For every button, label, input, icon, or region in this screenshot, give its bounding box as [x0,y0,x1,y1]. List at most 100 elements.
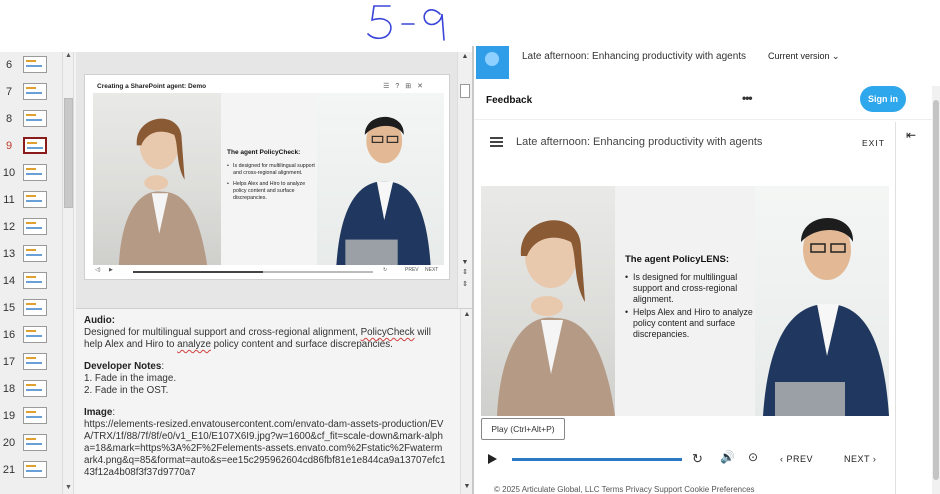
scroll-up-icon[interactable]: ▲ [63,52,74,62]
next-button[interactable]: NEXT › [844,454,876,464]
slide-text-panel: The agent PolicyCheck: Is designed for m… [221,93,317,265]
slide-heading: The agent PolicyLENS: [625,254,729,265]
slide-thumbnail-image[interactable] [23,83,47,100]
slide-thumbnail[interactable]: 10 [0,162,62,189]
slide-number: 8 [5,113,13,125]
slide-thumbnail[interactable]: 12 [0,216,62,243]
notes-scrollbar[interactable]: ▲ ▼ [460,309,472,494]
image-url: https://elements-resized.envatouserconte… [84,419,446,478]
review-topbar: Late afternoon: Enhancing productivity w… [474,46,940,80]
slide-number: 11 [3,194,15,206]
slide-scrollbar[interactable]: ▲ ▼ ⇕ ⇕ [457,52,472,308]
slide-thumbnail[interactable]: 13 [0,243,62,270]
scroll-down-icon[interactable]: ⇕ [460,268,470,277]
slide-thumbnail[interactable]: 19 [0,405,62,432]
developer-note: 1. Fade in the image. [84,373,177,384]
slide-thumbnail-image[interactable] [23,164,47,181]
slide-thumbnail-image[interactable] [23,326,47,343]
slide-thumbnail-image[interactable] [23,353,47,370]
sign-in-button[interactable]: Sign in [860,86,906,112]
collapse-panel-icon[interactable]: ⇤ [906,128,916,142]
slide-thumbnail[interactable]: 15 [0,297,62,324]
settings-icon[interactable]: ⊙ [748,450,758,464]
slide-thumbnail[interactable]: 18 [0,378,62,405]
slide-thumbnail[interactable]: 20 [0,432,62,459]
prev-button[interactable]: ‹ PREV [780,454,813,464]
slide-thumbnail[interactable]: 17 [0,351,62,378]
developer-notes-list: 1. Fade in the image. 2. Fade in the OST… [84,373,446,397]
slide-thumbnail-image[interactable] [23,434,47,451]
slide-thumbnail-image[interactable] [23,191,47,208]
slide-thumbnail[interactable]: 14 [0,270,62,297]
slide-thumbnail-panel: 6 7 8 9 10 11 12 13 14 15 16 17 18 19 20 21 [0,52,62,494]
slide-number: 17 [2,356,16,368]
slide-number: 19 [2,410,16,422]
scroll-down-icon[interactable]: ▼ [63,484,74,494]
course-viewer: Late afternoon: Enhancing productivity w… [474,122,896,494]
slide-thumbnail-image[interactable] [23,137,47,154]
play-icon[interactable]: ▶ [109,267,113,273]
scroll-down-icon[interactable]: ⇕ [460,280,470,289]
slide-thumbnail-image[interactable] [23,272,47,289]
slide-preview[interactable]: Creating a SharePoint agent: Demo ☰?⊞✕ T… [84,74,450,280]
man-photo [317,93,444,265]
volume-icon[interactable]: 🔊 [720,450,735,464]
slide-thumbnail[interactable]: 6 [0,54,62,81]
slide-toolbar-icons: ☰?⊞✕ [383,83,429,90]
developer-note: 2. Fade in the OST. [84,385,169,396]
course-title: Late afternoon: Enhancing productivity w… [516,136,763,148]
menu-icon[interactable] [490,137,503,147]
preview-progress [133,271,263,273]
replay-icon[interactable]: ↻ [692,451,703,467]
audio-text: Designed for multilingual support and cr… [84,327,431,350]
slide-thumbnail-image[interactable] [23,299,47,316]
slide-bullets: Is designed for multilingual support and… [625,272,753,342]
slide-number: 21 [2,464,16,476]
page-scrollbar[interactable] [932,86,940,494]
player-controls: ↻ 🔊 ⊙ ‹ PREV NEXT › [474,446,896,472]
audio-heading: Audio: [84,315,116,326]
scroll-up-icon[interactable]: ▲ [460,52,470,61]
slide-thumbnail-image[interactable] [23,407,47,424]
slide-thumbnail-image[interactable] [23,245,47,262]
volume-icon[interactable]: ◁) [95,267,101,273]
slide-bullet: Helps Alex and Hiro to analyze policy co… [625,307,753,340]
more-options-icon[interactable]: ••• [742,91,753,105]
slide-thumbnail[interactable]: 21 [0,459,62,486]
slide-thumbnail-image[interactable] [23,110,47,127]
slide-thumbnail[interactable]: 7 [0,81,62,108]
scroll-up-icon[interactable]: ▲ [462,311,472,321]
slide-bullets: Is designed for multilingual support and… [227,163,315,206]
version-dropdown[interactable]: Current version ⌄ [768,51,840,62]
replay-icon[interactable]: ↻ [383,267,387,273]
scroll-down-icon[interactable]: ▼ [462,483,472,493]
slide-text-panel: The agent PolicyLENS: Is designed for mu… [615,186,755,416]
developer-notes-heading: Developer Notes: [84,361,165,372]
image-heading: Image: [84,407,116,418]
slide-thumbnail[interactable]: 16 [0,324,62,351]
slide-thumbnail-image[interactable] [23,380,47,397]
play-icon[interactable] [488,454,497,464]
exit-button[interactable]: EXIT [862,138,885,148]
slide-stage: The agent PolicyLENS: Is designed for mu… [481,186,889,416]
slide-thumbnail[interactable]: 8 [0,108,62,135]
notes-text[interactable]: Audio: Designed for multilingual support… [84,315,446,479]
slide-thumbnail[interactable]: 11 [0,189,62,216]
thumbnail-scrollbar[interactable]: ▲ ▼ [62,52,74,494]
next-button[interactable]: NEXT [425,267,438,273]
slide-number: 7 [5,86,13,98]
prev-button[interactable]: PREV [405,267,419,273]
slide-number: 20 [2,437,16,449]
slide-thumbnail[interactable]: 9 [0,135,62,162]
woman-photo [481,186,615,416]
scrollbar-thumb[interactable] [460,84,470,98]
scrollbar-thumb[interactable] [933,100,939,480]
slide-thumbnail-image[interactable] [23,56,47,73]
scroll-down-icon[interactable]: ▼ [460,258,470,267]
notes-panel[interactable]: Audio: Designed for multilingual support… [76,308,472,494]
slide-thumbnail-image[interactable] [23,218,47,235]
course-name: Late afternoon: Enhancing productivity w… [522,51,747,62]
scrollbar-thumb[interactable] [64,98,73,208]
seek-bar[interactable] [512,458,682,461]
slide-thumbnail-image[interactable] [23,461,47,478]
